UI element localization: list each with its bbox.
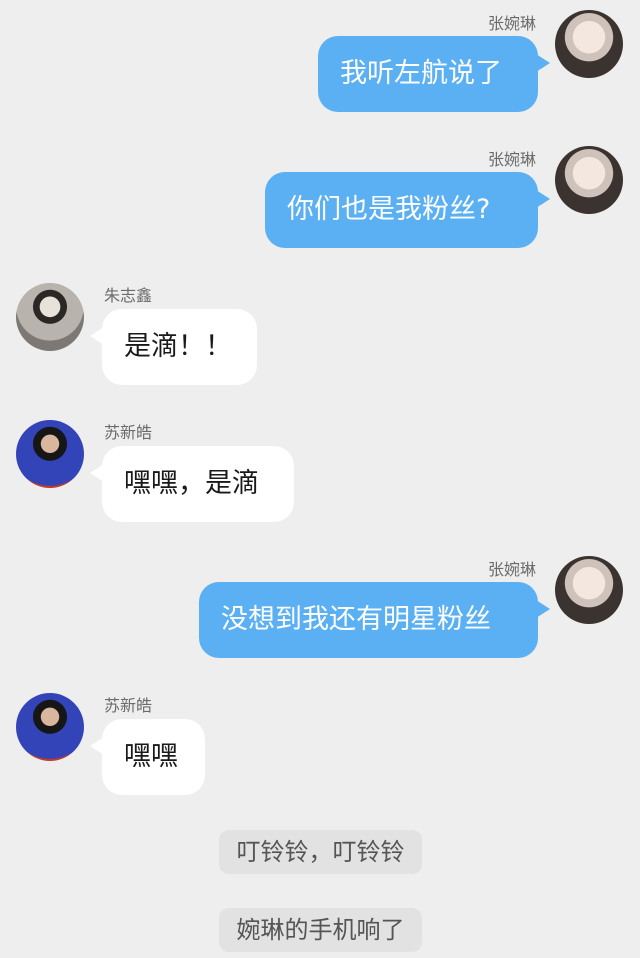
sender-name: 苏新皓 bbox=[104, 423, 153, 442]
chat-window: 张婉琳 我听左航说了 张婉琳 你们也是我粉丝? 朱志鑫 是滴！！ 苏新皓 嘿嘿，… bbox=[0, 0, 640, 958]
message-bubble[interactable]: 嘿嘿，是滴 bbox=[90, 446, 294, 522]
zhu-avatar[interactable] bbox=[16, 283, 84, 351]
system-narration: 婉琳的手机响了 bbox=[219, 908, 422, 952]
su-avatar[interactable] bbox=[16, 420, 84, 488]
sender-name: 张婉琳 bbox=[487, 560, 536, 579]
sender-name: 张婉琳 bbox=[487, 150, 536, 169]
sender-name: 朱志鑫 bbox=[104, 286, 153, 305]
system-narration: 叮铃铃，叮铃铃 bbox=[219, 830, 422, 874]
message-bubble[interactable]: 是滴！！ bbox=[90, 309, 257, 385]
message-bubble[interactable]: 我听左航说了 bbox=[318, 36, 550, 112]
message-bubble[interactable]: 你们也是我粉丝? bbox=[265, 172, 550, 248]
message-bubble[interactable]: 没想到我还有明星粉丝 bbox=[199, 582, 550, 658]
sender-name: 张婉琳 bbox=[487, 14, 536, 33]
sender-name: 苏新皓 bbox=[104, 696, 153, 715]
girl-avatar[interactable] bbox=[555, 10, 623, 78]
girl-avatar[interactable] bbox=[555, 146, 623, 214]
su-avatar[interactable] bbox=[16, 693, 84, 761]
girl-avatar[interactable] bbox=[555, 556, 623, 624]
message-bubble[interactable]: 嘿嘿 bbox=[90, 719, 205, 795]
